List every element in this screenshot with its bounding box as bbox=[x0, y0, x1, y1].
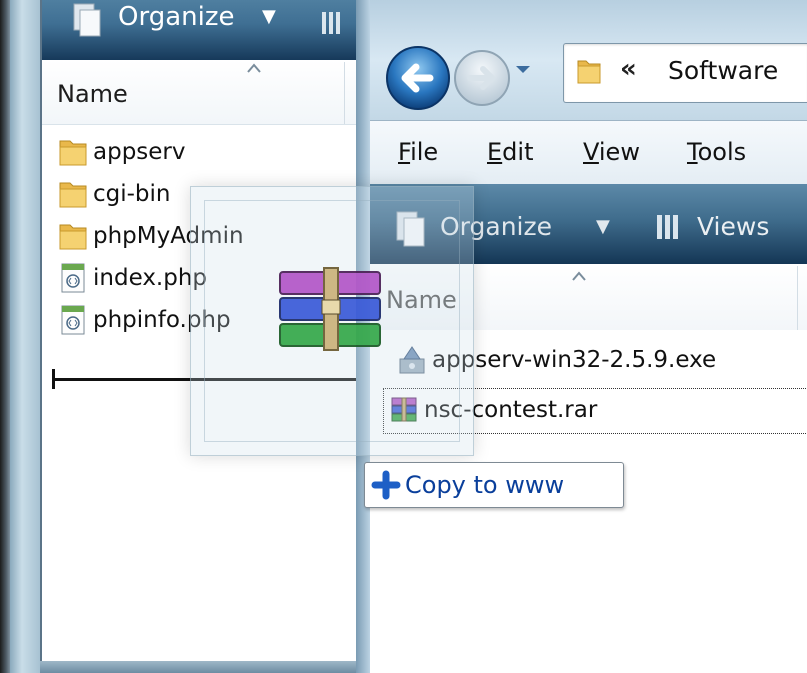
sort-ascending-icon bbox=[247, 63, 261, 73]
address-path-segment[interactable]: Software bbox=[668, 56, 778, 85]
list-item[interactable]: appserv bbox=[57, 132, 186, 172]
sort-ascending-icon bbox=[572, 271, 586, 281]
chevron-down-icon[interactable]: ▼ bbox=[596, 216, 610, 237]
menu-view[interactable]: View bbox=[583, 138, 640, 166]
left-window-bottom-frame bbox=[40, 661, 365, 673]
address-overflow-chevron[interactable]: « bbox=[620, 54, 637, 84]
folder-icon bbox=[59, 224, 87, 250]
background-edge bbox=[0, 0, 10, 673]
list-item[interactable]: index.php bbox=[57, 258, 207, 298]
forward-button[interactable] bbox=[450, 46, 514, 110]
menu-edit[interactable]: Edit bbox=[487, 138, 533, 166]
folder-icon bbox=[59, 182, 87, 208]
column-separator[interactable] bbox=[797, 266, 798, 330]
views-icon[interactable] bbox=[655, 212, 681, 242]
menu-file[interactable]: File bbox=[398, 138, 438, 166]
column-separator[interactable] bbox=[344, 62, 345, 124]
file-name: appserv-win32-2.5.9.exe bbox=[432, 347, 717, 373]
file-name: cgi-bin bbox=[93, 181, 171, 207]
php-file-icon bbox=[61, 263, 85, 293]
recent-pages-dropdown[interactable] bbox=[513, 62, 533, 76]
tooltip-label: Copy to www bbox=[405, 471, 565, 499]
views-button[interactable]: Views bbox=[697, 212, 769, 241]
menu-tools[interactable]: Tools bbox=[687, 138, 746, 166]
folder-icon bbox=[577, 60, 601, 84]
left-window-frame bbox=[10, 0, 40, 673]
file-name: appserv bbox=[93, 139, 186, 165]
php-file-icon bbox=[61, 305, 85, 335]
left-name-column-label[interactable]: Name bbox=[57, 80, 128, 108]
winrar-archive-icon bbox=[279, 267, 381, 351]
organize-icon bbox=[73, 3, 101, 37]
views-icon[interactable] bbox=[320, 10, 342, 36]
back-button[interactable] bbox=[383, 43, 453, 113]
left-organize-button[interactable]: Organize bbox=[118, 0, 234, 34]
list-item[interactable]: cgi-bin bbox=[57, 174, 171, 214]
plus-icon bbox=[371, 470, 401, 500]
folder-icon bbox=[59, 140, 87, 166]
chevron-down-icon[interactable]: ▼ bbox=[262, 6, 276, 27]
drag-tooltip: Copy to www bbox=[364, 462, 624, 508]
